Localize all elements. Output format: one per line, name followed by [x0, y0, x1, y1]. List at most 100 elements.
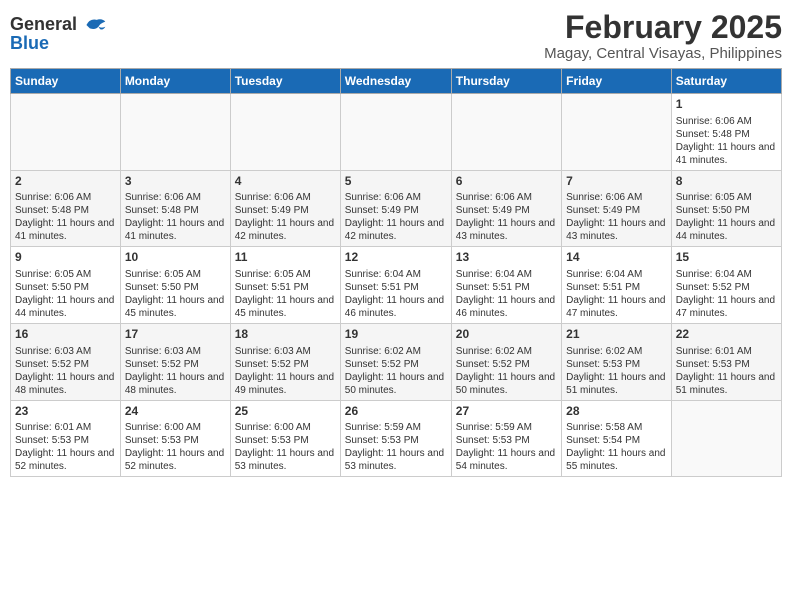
day-info: Sunrise: 6:03 AM Sunset: 5:52 PM Dayligh… — [125, 345, 226, 397]
calendar-cell: 17 Sunrise: 6:03 AM Sunset: 5:52 PM Dayli… — [120, 323, 230, 400]
calendar-cell: 18 Sunrise: 6:03 AM Sunset: 5:52 PM Dayli… — [230, 323, 340, 400]
day-info: Sunrise: 6:04 AM Sunset: 5:52 PM Dayligh… — [676, 268, 777, 320]
day-number: 13 — [456, 250, 557, 266]
day-number: 21 — [566, 327, 667, 343]
day-number: 17 — [125, 327, 226, 343]
calendar-cell: 23Sunrise: 6:01 AM Sunset: 5:53 PM Dayli… — [11, 400, 121, 477]
calendar-cell: 26Sunrise: 5:59 AM Sunset: 5:53 PM Dayli… — [340, 400, 451, 477]
day-info: Sunrise: 5:59 AM Sunset: 5:53 PM Dayligh… — [345, 421, 447, 473]
day-number: 8 — [676, 174, 777, 190]
weekday-header-saturday: Saturday — [671, 69, 781, 94]
day-number: 20 — [456, 327, 557, 343]
calendar-cell: 7Sunrise: 6:06 AM Sunset: 5:49 PM Daylig… — [562, 170, 672, 247]
calendar-cell: 22 Sunrise: 6:01 AM Sunset: 5:53 PM Dayli… — [671, 323, 781, 400]
day-number: 4 — [235, 174, 336, 190]
calendar-table: SundayMondayTuesdayWednesdayThursdayFrid… — [10, 68, 782, 477]
logo-blue-text: Blue — [10, 33, 49, 54]
calendar-cell — [671, 400, 781, 477]
day-info: Sunrise: 6:01 AM Sunset: 5:53 PM Dayligh… — [676, 345, 777, 397]
day-number: 9 — [15, 250, 116, 266]
day-info: Sunrise: 6:00 AM Sunset: 5:53 PM Dayligh… — [125, 421, 226, 473]
day-number: 27 — [456, 404, 557, 420]
weekday-header-tuesday: Tuesday — [230, 69, 340, 94]
logo-bird-icon — [83, 16, 107, 34]
day-info: Sunrise: 6:05 AM Sunset: 5:50 PM Dayligh… — [125, 268, 226, 320]
day-info: Sunrise: 6:02 AM Sunset: 5:52 PM Dayligh… — [456, 345, 557, 397]
weekday-header-row: SundayMondayTuesdayWednesdayThursdayFrid… — [11, 69, 782, 94]
weekday-header-friday: Friday — [562, 69, 672, 94]
day-number: 14 — [566, 250, 667, 266]
day-info: Sunrise: 6:02 AM Sunset: 5:52 PM Dayligh… — [345, 345, 447, 397]
calendar-cell: 5Sunrise: 6:06 AM Sunset: 5:49 PM Daylig… — [340, 170, 451, 247]
day-info: Sunrise: 6:06 AM Sunset: 5:49 PM Dayligh… — [345, 191, 447, 243]
calendar-cell: 4Sunrise: 6:06 AM Sunset: 5:49 PM Daylig… — [230, 170, 340, 247]
weekday-header-thursday: Thursday — [451, 69, 561, 94]
calendar-cell: 6Sunrise: 6:06 AM Sunset: 5:49 PM Daylig… — [451, 170, 561, 247]
day-info: Sunrise: 6:03 AM Sunset: 5:52 PM Dayligh… — [235, 345, 336, 397]
day-number: 15 — [676, 250, 777, 266]
calendar-week-3: 9 Sunrise: 6:05 AM Sunset: 5:50 PM Daylig… — [11, 247, 782, 324]
calendar-cell: 15 Sunrise: 6:04 AM Sunset: 5:52 PM Dayli… — [671, 247, 781, 324]
day-info: Sunrise: 5:59 AM Sunset: 5:53 PM Dayligh… — [456, 421, 557, 473]
weekday-header-monday: Monday — [120, 69, 230, 94]
weekday-header-wednesday: Wednesday — [340, 69, 451, 94]
calendar-cell: 19 Sunrise: 6:02 AM Sunset: 5:52 PM Dayli… — [340, 323, 451, 400]
calendar-cell: 2Sunrise: 6:06 AM Sunset: 5:48 PM Daylig… — [11, 170, 121, 247]
calendar-cell: 11Sunrise: 6:05 AM Sunset: 5:51 PM Dayli… — [230, 247, 340, 324]
weekday-header-sunday: Sunday — [11, 69, 121, 94]
day-number: 26 — [345, 404, 447, 420]
day-number: 1 — [676, 97, 777, 113]
day-number: 19 — [345, 327, 447, 343]
day-number: 22 — [676, 327, 777, 343]
day-info: Sunrise: 6:05 AM Sunset: 5:50 PM Dayligh… — [15, 268, 116, 320]
day-number: 3 — [125, 174, 226, 190]
day-info: Sunrise: 6:06 AM Sunset: 5:49 PM Dayligh… — [456, 191, 557, 243]
day-info: Sunrise: 6:04 AM Sunset: 5:51 PM Dayligh… — [456, 268, 557, 320]
day-number: 2 — [15, 174, 116, 190]
calendar-cell — [230, 94, 340, 171]
day-info: Sunrise: 6:06 AM Sunset: 5:48 PM Dayligh… — [676, 115, 777, 167]
calendar-cell: 1 Sunrise: 6:06 AM Sunset: 5:48 PM Daylig… — [671, 94, 781, 171]
day-number: 5 — [345, 174, 447, 190]
calendar-body: 1 Sunrise: 6:06 AM Sunset: 5:48 PM Daylig… — [11, 94, 782, 477]
calendar-cell: 27Sunrise: 5:59 AM Sunset: 5:53 PM Dayli… — [451, 400, 561, 477]
calendar-cell — [451, 94, 561, 171]
day-number: 28 — [566, 404, 667, 420]
calendar-week-4: 16 Sunrise: 6:03 AM Sunset: 5:52 PM Dayli… — [11, 323, 782, 400]
day-info: Sunrise: 6:03 AM Sunset: 5:52 PM Dayligh… — [15, 345, 116, 397]
calendar-cell: 9 Sunrise: 6:05 AM Sunset: 5:50 PM Daylig… — [11, 247, 121, 324]
day-info: Sunrise: 6:04 AM Sunset: 5:51 PM Dayligh… — [566, 268, 667, 320]
calendar-cell: 14 Sunrise: 6:04 AM Sunset: 5:51 PM Dayli… — [562, 247, 672, 324]
day-number: 23 — [15, 404, 116, 420]
logo: General Blue — [10, 10, 107, 54]
calendar-cell — [120, 94, 230, 171]
calendar-cell — [340, 94, 451, 171]
calendar-cell: 21Sunrise: 6:02 AM Sunset: 5:53 PM Dayli… — [562, 323, 672, 400]
calendar-header: SundayMondayTuesdayWednesdayThursdayFrid… — [11, 69, 782, 94]
calendar-subtitle: Magay, Central Visayas, Philippines — [544, 45, 782, 62]
calendar-cell: 25Sunrise: 6:00 AM Sunset: 5:53 PM Dayli… — [230, 400, 340, 477]
day-number: 18 — [235, 327, 336, 343]
calendar-cell: 16 Sunrise: 6:03 AM Sunset: 5:52 PM Dayli… — [11, 323, 121, 400]
day-number: 10 — [125, 250, 226, 266]
day-info: Sunrise: 5:58 AM Sunset: 5:54 PM Dayligh… — [566, 421, 667, 473]
calendar-cell: 13 Sunrise: 6:04 AM Sunset: 5:51 PM Dayli… — [451, 247, 561, 324]
day-number: 25 — [235, 404, 336, 420]
day-info: Sunrise: 6:05 AM Sunset: 5:50 PM Dayligh… — [676, 191, 777, 243]
calendar-cell: 12 Sunrise: 6:04 AM Sunset: 5:51 PM Dayli… — [340, 247, 451, 324]
logo-general: General — [10, 14, 107, 35]
day-info: Sunrise: 6:06 AM Sunset: 5:48 PM Dayligh… — [125, 191, 226, 243]
calendar-cell — [11, 94, 121, 171]
calendar-cell: 20 Sunrise: 6:02 AM Sunset: 5:52 PM Dayli… — [451, 323, 561, 400]
day-info: Sunrise: 6:01 AM Sunset: 5:53 PM Dayligh… — [15, 421, 116, 473]
day-info: Sunrise: 6:00 AM Sunset: 5:53 PM Dayligh… — [235, 421, 336, 473]
calendar-cell — [562, 94, 672, 171]
day-number: 12 — [345, 250, 447, 266]
day-info: Sunrise: 6:04 AM Sunset: 5:51 PM Dayligh… — [345, 268, 447, 320]
day-number: 16 — [15, 327, 116, 343]
calendar-cell: 10 Sunrise: 6:05 AM Sunset: 5:50 PM Dayli… — [120, 247, 230, 324]
day-number: 6 — [456, 174, 557, 190]
day-number: 24 — [125, 404, 226, 420]
calendar-title-block: February 2025 Magay, Central Visayas, Ph… — [544, 10, 782, 62]
calendar-cell: 8Sunrise: 6:05 AM Sunset: 5:50 PM Daylig… — [671, 170, 781, 247]
